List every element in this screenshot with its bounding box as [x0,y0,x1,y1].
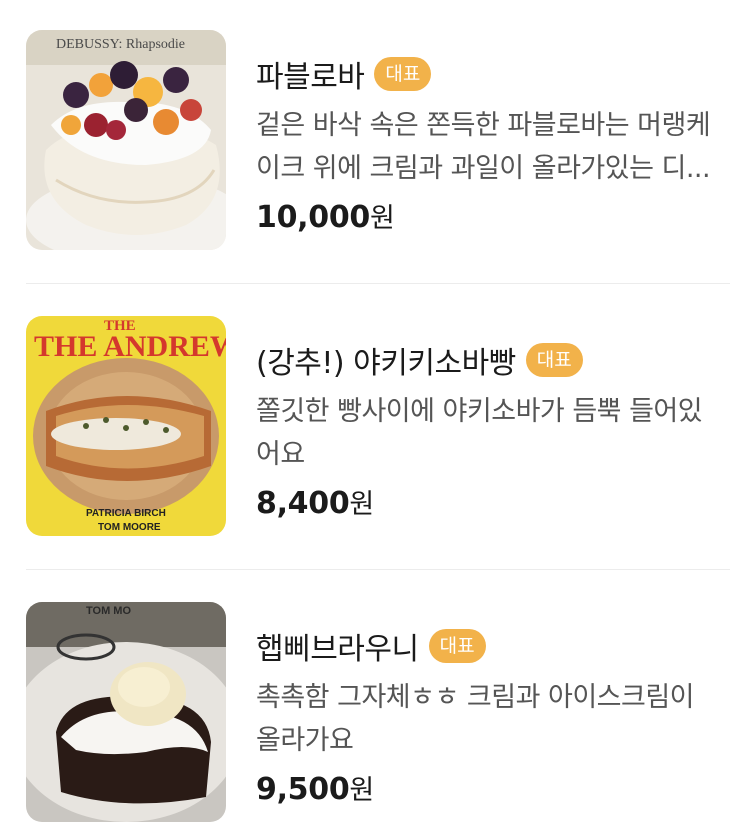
menu-item-brownie[interactable]: TOM MO 햅삐브라우니 대표 촉촉함 그자체ㅎㅎ 크림과 아이스크림이 올라… [26,602,730,822]
photo-credit-1: PATRICIA BIRCH [86,508,166,519]
menu-item-yakisoba-bread[interactable]: THE THE ANDREWS PATRICIA BIRCH TOM MOORE… [26,316,730,536]
photo-text-debussy: DEBUSSY: Rhapsodie [56,37,185,52]
menu-price: 10,000원 [256,196,736,235]
menu-name: 파블로바 [256,60,365,95]
brownie-image: TOM MO [26,602,226,822]
yakisoba-photo[interactable]: THE THE ANDREWS PATRICIA BIRCH TOM MOORE [26,316,226,536]
yakisoba-info: (강추!) 야키키소바빵 대표 쫄깃한 빵사이에 야키소바가 듬뿍 들어있어요 … [256,338,736,521]
price-value: 10,000 [256,200,370,235]
price-currency: 원 [349,489,374,520]
brownie-photo[interactable]: TOM MO [26,602,226,822]
pavlova-info: 파블로바 대표 겉은 바삭 속은 쫀득한 파블로바는 머랭케이크 위에 크림과 … [256,52,736,235]
price-value: 9,500 [256,772,350,807]
photo-credit-2: TOM MOORE [98,522,161,533]
yakisoba-image: THE THE ANDREWS PATRICIA BIRCH TOM MOORE [26,316,226,536]
price-value: 8,400 [256,486,350,521]
title-row: (강추!) 야키키소바빵 대표 [256,338,736,382]
menu-description: 겉은 바삭 속은 쫀득한 파블로바는 머랭케이크 위에 크림과 과일이 올라가있… [256,110,711,184]
divider [26,283,730,284]
divider [26,569,730,570]
brownie-info: 햅삐브라우니 대표 촉촉함 그자체ㅎㅎ 크림과 아이스크림이 올라가요 9,50… [256,624,736,807]
title-row: 햅삐브라우니 대표 [256,624,736,668]
menu-description: 촉촉함 그자체ㅎㅎ 크림과 아이스크림이 올라가요 [256,682,695,756]
photo-text-tom: TOM MO [86,605,131,617]
menu-name: (강추!) 야키키소바빵 [256,346,516,381]
signature-badge: 대표 [428,629,486,663]
menu-item-pavlova[interactable]: DEBUSSY: Rhapsodie 파블로바 대표 겉은 바삭 속은 쫀득한 … [26,30,730,250]
pavlova-photo[interactable]: DEBUSSY: Rhapsodie [26,30,226,250]
signature-badge: 대표 [525,343,583,377]
photo-text-andrews: THE ANDREWS [34,330,226,363]
signature-badge: 대표 [374,57,432,91]
price-currency: 원 [369,203,395,234]
title-row: 파블로바 대표 [256,52,736,96]
menu-name: 햅삐브라우니 [256,632,419,667]
menu-price: 8,400원 [256,482,736,521]
price-currency: 원 [349,775,374,806]
pavlova-image: DEBUSSY: Rhapsodie [26,30,226,250]
menu-price: 9,500원 [256,768,736,807]
menu-description: 쫄깃한 빵사이에 야키소바가 듬뿍 들어있어요 [256,396,703,470]
